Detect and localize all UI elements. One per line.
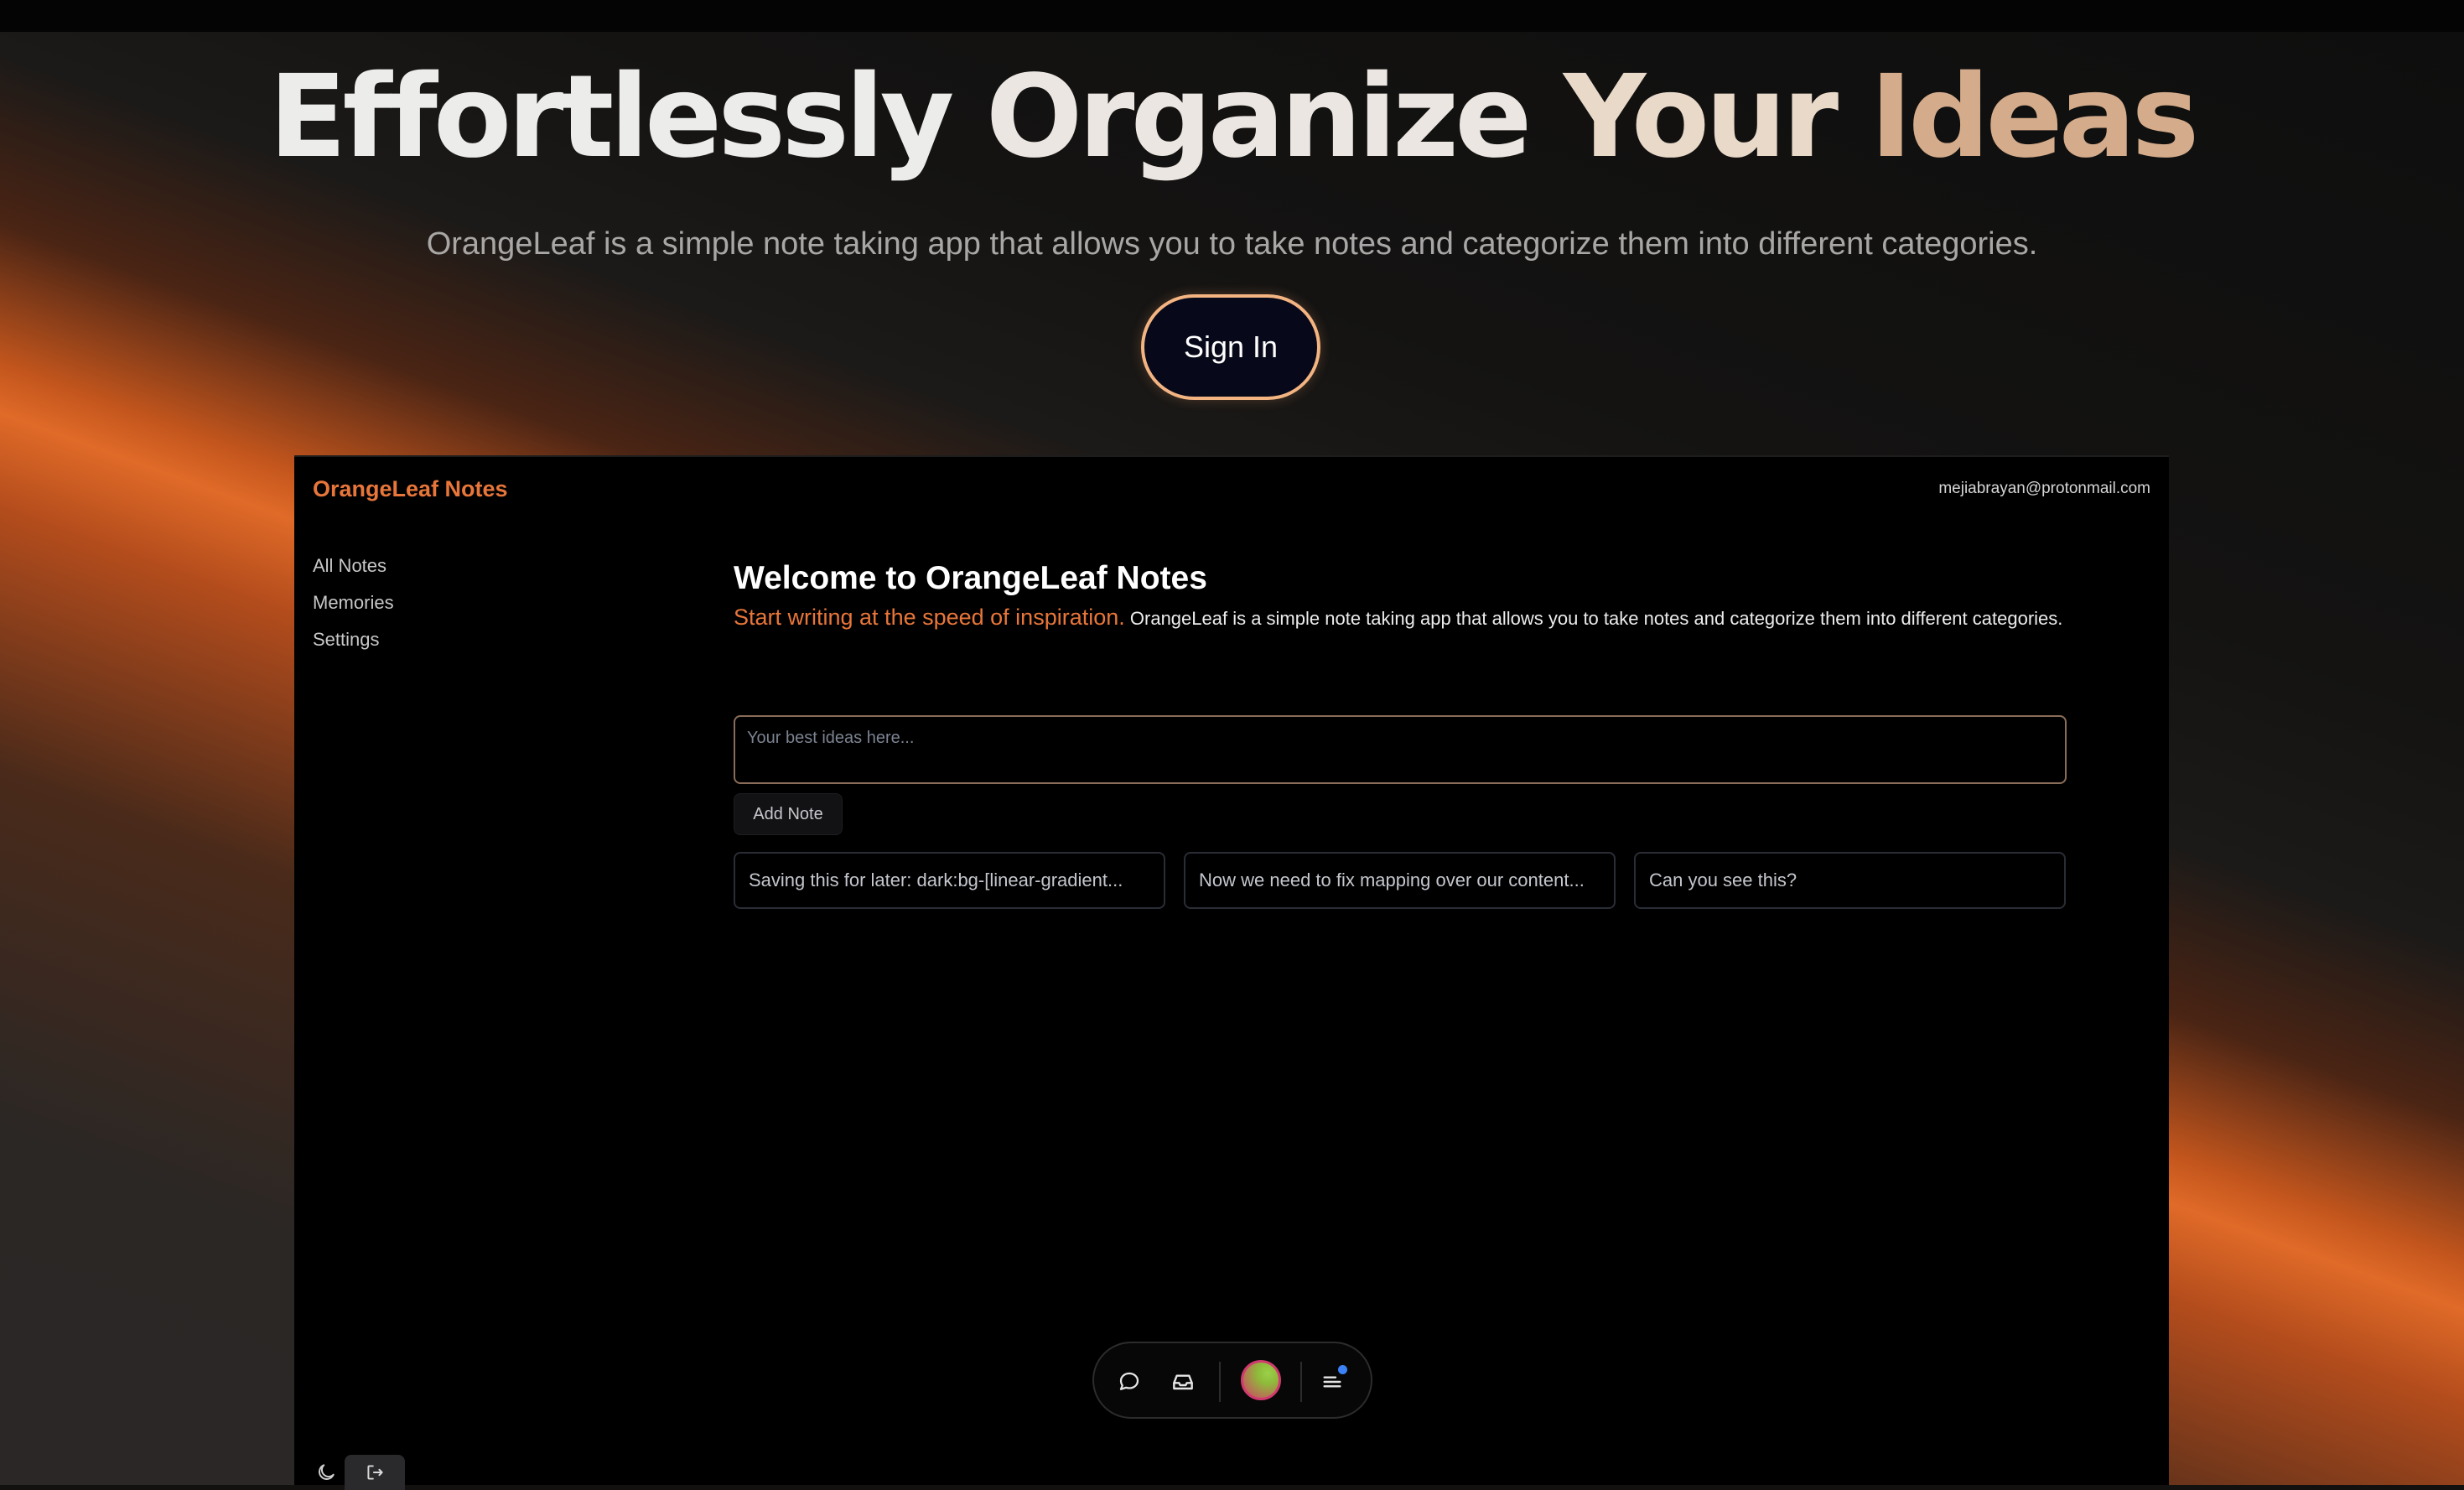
hero-title-word-1: Effortlessly [268, 51, 955, 184]
dock-divider [1219, 1362, 1221, 1402]
menu-icon[interactable] [1317, 1365, 1347, 1397]
bottom-dock [1092, 1342, 1372, 1419]
hero-subtitle: OrangeLeaf is a simple note taking app t… [426, 226, 2038, 262]
moon-icon[interactable] [313, 1459, 340, 1486]
chat-icon[interactable] [1114, 1367, 1144, 1397]
notification-dot [1338, 1365, 1347, 1374]
welcome-title: Welcome to OrangeLeaf Notes [734, 560, 1207, 596]
note-card[interactable]: Can you see this? [1634, 852, 2066, 909]
avatar[interactable] [1241, 1360, 1281, 1400]
notes-list: Saving this for later: dark:bg-[linear-g… [734, 852, 2067, 909]
sidebar: All Notes Memories Settings [313, 548, 394, 658]
hero-title-word-2: Organize [985, 51, 1533, 184]
hero-title-word-4: Ideas [1870, 51, 2199, 184]
sidebar-item-all-notes[interactable]: All Notes [313, 548, 394, 584]
browser-top-strip [0, 0, 2464, 32]
sign-in-button[interactable]: Sign In [1141, 294, 1320, 400]
user-email: mejiabrayan@protonmail.com [1938, 480, 2150, 497]
intro-text: Start writing at the speed of inspiratio… [734, 603, 2067, 633]
note-card[interactable]: Saving this for later: dark:bg-[linear-g… [734, 852, 1165, 909]
main-content: Welcome to OrangeLeaf Notes Start writin… [734, 558, 2067, 633]
dock-divider [1300, 1362, 1302, 1402]
sidebar-item-settings[interactable]: Settings [313, 621, 394, 658]
app-preview-window: OrangeLeaf Notes mejiabrayan@protonmail.… [294, 455, 2169, 1490]
sidebar-item-memories[interactable]: Memories [313, 584, 394, 621]
note-input[interactable] [734, 715, 2067, 784]
app-description: OrangeLeaf is a simple note taking app t… [1129, 608, 2063, 629]
add-note-button[interactable]: Add Note [734, 793, 843, 835]
inbox-icon[interactable] [1168, 1367, 1198, 1397]
tagline: Start writing at the speed of inspiratio… [734, 605, 1125, 630]
hero-title: Effortlessly Organize Your Ideas [0, 50, 2464, 184]
hero-title-word-3: Your [1563, 51, 1839, 184]
note-card[interactable]: Now we need to fix mapping over our cont… [1184, 852, 1616, 909]
brand-logo-text[interactable]: OrangeLeaf Notes [313, 474, 508, 504]
